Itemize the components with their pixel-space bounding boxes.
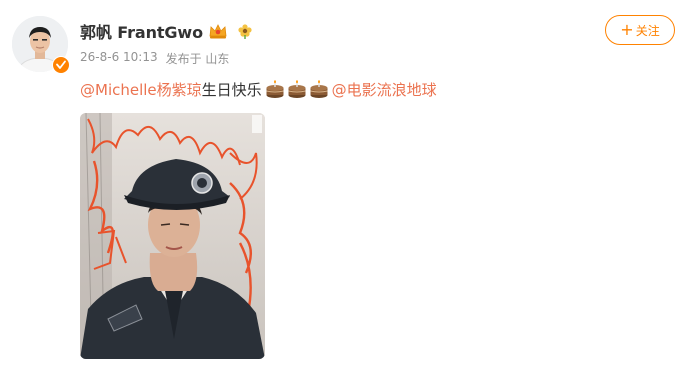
verified-badge-icon — [52, 56, 70, 74]
crown-icon[interactable] — [208, 22, 228, 40]
post-body-text: 生日快乐 — [201, 81, 262, 99]
cake-icon — [309, 80, 329, 100]
follow-button[interactable]: + 关注 — [605, 15, 675, 45]
post-text: @Michelle杨紫琼 生日快乐 @电影流浪地球 — [80, 79, 437, 101]
cake-icon — [265, 80, 285, 100]
mention-wandering-earth[interactable]: @电影流浪地球 — [332, 79, 437, 101]
post-location: 发布于 山东 — [165, 52, 230, 66]
avatar[interactable] — [12, 16, 70, 74]
post-timestamp[interactable]: 26-8-6 10:13 — [80, 50, 158, 67]
post-meta: 26-8-6 10:13 发布于 山东 — [80, 50, 229, 67]
mention-michelle[interactable]: @Michelle杨紫琼 — [80, 79, 202, 101]
user-name-link[interactable]: 郭帆 FrantGwo — [80, 19, 203, 43]
header-name-row: 郭帆 FrantGwo — [80, 19, 253, 43]
follow-button-label: 关注 — [635, 23, 660, 38]
cake-icon — [287, 80, 307, 100]
post-image[interactable] — [80, 113, 265, 359]
cake-emoji-group — [264, 80, 330, 100]
plus-icon: + — [620, 20, 634, 39]
flower-icon[interactable] — [237, 23, 253, 39]
weibo-post-card: 郭帆 FrantGwo 26-8-6 10:13 发布于 山东 + 关注 @Mi… — [0, 0, 685, 373]
